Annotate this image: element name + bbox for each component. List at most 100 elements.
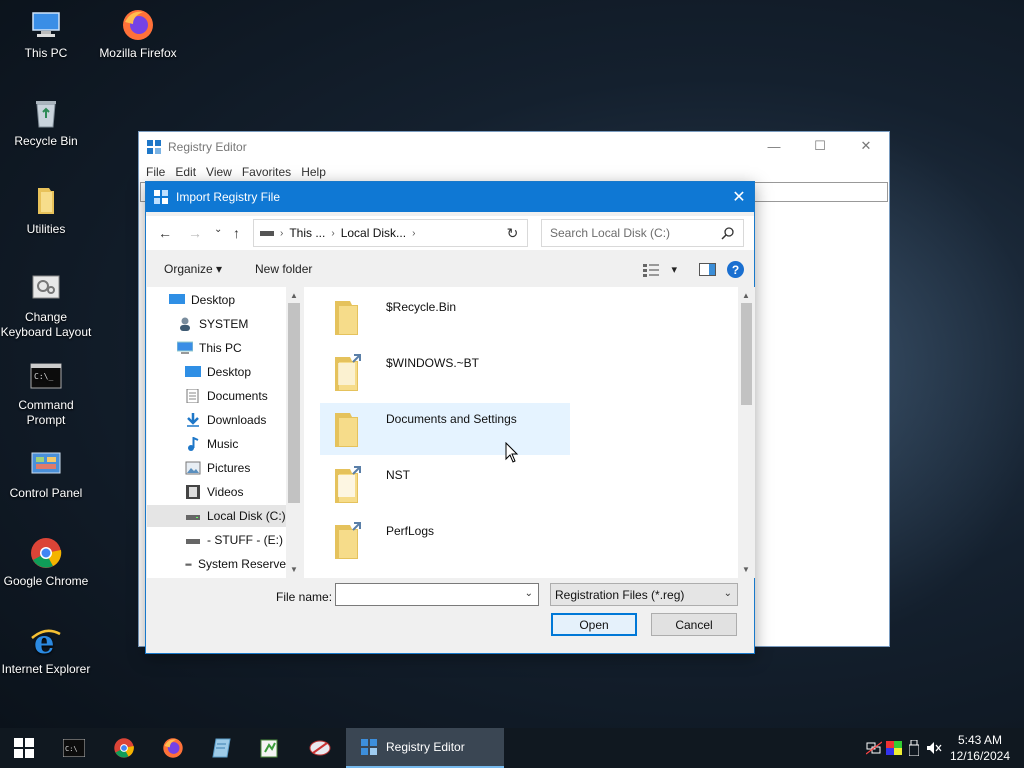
desktop-icon-command-prompt[interactable]: C:\_ Command Prompt — [0, 360, 92, 428]
file-item-windows-bt[interactable]: $WINDOWS.~BT — [320, 347, 570, 399]
scroll-down-arrow-icon[interactable]: ▼ — [286, 562, 302, 576]
desktop-icon-internet-explorer[interactable]: e Internet Explorer — [0, 623, 92, 677]
file-item-nst[interactable]: NST — [320, 459, 570, 511]
file-type-select[interactable]: Registration Files (*.reg) ⌄ — [550, 583, 738, 606]
preview-pane-icon[interactable] — [699, 262, 717, 277]
tree-item-pictures[interactable]: Pictures — [185, 457, 284, 479]
menu-view[interactable]: View — [206, 165, 232, 179]
taskbar-chrome[interactable] — [100, 728, 148, 768]
recent-locations-button[interactable]: ⌄ — [214, 224, 222, 235]
new-folder-button[interactable]: New folder — [255, 262, 312, 276]
tree-item-system[interactable]: SYSTEM — [177, 313, 284, 335]
menu-help[interactable]: Help — [301, 165, 326, 179]
desktop-icon-recycle-bin[interactable]: Recycle Bin — [0, 96, 92, 149]
chrome-icon — [114, 738, 134, 758]
tree-item-desktop[interactable]: Desktop — [169, 289, 284, 311]
desktop-icon-keyboard-layout[interactable]: Change Keyboard Layout — [0, 272, 92, 340]
file-item-perflogs[interactable]: PerfLogs — [320, 515, 570, 567]
videos-icon — [186, 485, 200, 499]
maximize-button[interactable]: ☐ — [797, 132, 843, 160]
taskbar-clock[interactable]: 5:43 AM 12/16/2024 — [950, 732, 1010, 764]
view-options-icon[interactable] — [643, 263, 661, 277]
tree-item-stuff-e[interactable]: - STUFF - (E:) — [185, 529, 284, 551]
desktop-icon-firefox[interactable]: Mozilla Firefox — [92, 8, 184, 61]
scroll-down-arrow-icon[interactable]: ▼ — [738, 562, 754, 576]
taskbar-snipping[interactable] — [296, 728, 344, 768]
drive-icon — [185, 563, 192, 566]
tree-item-music[interactable]: Music — [185, 433, 284, 455]
search-input[interactable]: Search Local Disk (C:) — [541, 219, 744, 247]
file-list-scroll-thumb[interactable] — [741, 303, 752, 405]
svg-text:e: e — [34, 624, 54, 658]
refresh-button[interactable]: ↻ — [498, 219, 528, 247]
file-list-scrollbar[interactable]: ▲ ▼ — [738, 287, 755, 578]
scroll-up-arrow-icon[interactable]: ▲ — [738, 288, 754, 302]
close-button[interactable]: ✕ — [843, 132, 889, 160]
tree-item-documents[interactable]: Documents — [185, 385, 284, 407]
dialog-title: Import Registry File — [176, 190, 281, 204]
forward-button[interactable]: → — [188, 225, 202, 241]
desktop-icon — [169, 294, 185, 304]
svg-text:C:\: C:\ — [65, 745, 78, 753]
back-button[interactable]: ← — [158, 225, 172, 241]
tree-item-desktop-2[interactable]: Desktop — [185, 361, 284, 383]
keyboard-settings-icon — [29, 272, 63, 306]
volume-muted-icon[interactable] — [924, 728, 944, 768]
tree-item-this-pc[interactable]: This PC — [177, 337, 284, 359]
mouse-cursor-icon — [505, 442, 519, 463]
registry-values-pane[interactable] — [739, 203, 887, 644]
scroll-up-arrow-icon[interactable]: ▲ — [286, 288, 302, 302]
tree-item-local-disk-c[interactable]: Local Disk (C:) — [147, 505, 286, 527]
file-item-documents-and-settings[interactable]: Documents and Settings — [320, 403, 570, 455]
taskbar-editor[interactable] — [246, 728, 294, 768]
menu-favorites[interactable]: Favorites — [242, 165, 291, 179]
tree-scroll-thumb[interactable] — [288, 303, 300, 503]
file-item-recycle-bin[interactable]: $Recycle.Bin — [320, 291, 570, 343]
cancel-button[interactable]: Cancel — [651, 613, 737, 636]
help-icon[interactable]: ? — [727, 261, 744, 278]
start-button[interactable] — [0, 728, 48, 768]
clock-time: 5:43 AM — [957, 733, 1002, 747]
up-button[interactable]: ↑ — [233, 225, 240, 241]
drive-icon — [186, 539, 200, 544]
address-segment-this-pc[interactable]: This ... — [289, 226, 325, 240]
menu-edit[interactable]: Edit — [175, 165, 196, 179]
desktop-icon-control-panel[interactable]: Control Panel — [0, 448, 92, 501]
tree-item-downloads[interactable]: Downloads — [185, 409, 284, 431]
taskbar-cmd[interactable]: C:\ — [50, 728, 98, 768]
taskbar: C:\ Registry Editor 5:43 AM 12/16/2024 — [0, 728, 1024, 768]
desktop-icon-chrome[interactable]: Google Chrome — [0, 536, 92, 589]
address-segment-local-disk[interactable]: Local Disk... — [341, 226, 406, 240]
start-icon — [14, 738, 34, 758]
firefox-icon — [121, 8, 155, 42]
import-registry-dialog: Import Registry File ✕ ← → ⌄ ↑ › This ..… — [145, 181, 755, 654]
taskbar-registry-editor[interactable]: Registry Editor — [346, 728, 504, 768]
dialog-titlebar[interactable]: Import Registry File ✕ — [146, 182, 754, 212]
folder-shortcut-icon — [335, 522, 361, 559]
pictures-icon — [185, 461, 201, 475]
tree-scrollbar[interactable]: ▲ ▼ — [286, 287, 302, 578]
color-display-icon[interactable] — [884, 728, 904, 768]
desktop-icon-utilities[interactable]: Utilities — [0, 184, 92, 237]
internet-explorer-icon: e — [29, 623, 63, 661]
taskbar-notepad[interactable] — [198, 728, 246, 768]
usb-device-icon[interactable] — [904, 728, 924, 768]
file-name-input[interactable]: ⌄ — [335, 583, 539, 606]
tree-item-system-reserved[interactable]: System Reserve — [185, 553, 286, 575]
organize-button[interactable]: Organize ▾ — [164, 262, 222, 276]
network-icon[interactable] — [864, 728, 884, 768]
minimize-button[interactable]: — — [751, 132, 797, 160]
chevron-down-icon[interactable]: ⌄ — [525, 588, 533, 599]
view-dropdown-button[interactable]: ▾ — [671, 263, 677, 276]
navigation-tree: Desktop SYSTEM This PC Desktop Documents… — [147, 287, 302, 578]
svg-text:C:\_: C:\_ — [34, 372, 53, 381]
menu-file[interactable]: File — [146, 165, 165, 179]
drive-icon — [260, 231, 274, 236]
address-bar[interactable]: › This ... › Local Disk... › ⌄ — [253, 219, 524, 247]
tree-item-videos[interactable]: Videos — [185, 481, 284, 503]
registry-menu-bar: File Edit View Favorites Help — [139, 162, 889, 182]
dialog-close-button[interactable]: ✕ — [724, 182, 754, 212]
taskbar-firefox[interactable] — [149, 728, 197, 768]
desktop-icon-this-pc[interactable]: This PC — [0, 8, 92, 61]
open-button[interactable]: Open — [551, 613, 637, 636]
